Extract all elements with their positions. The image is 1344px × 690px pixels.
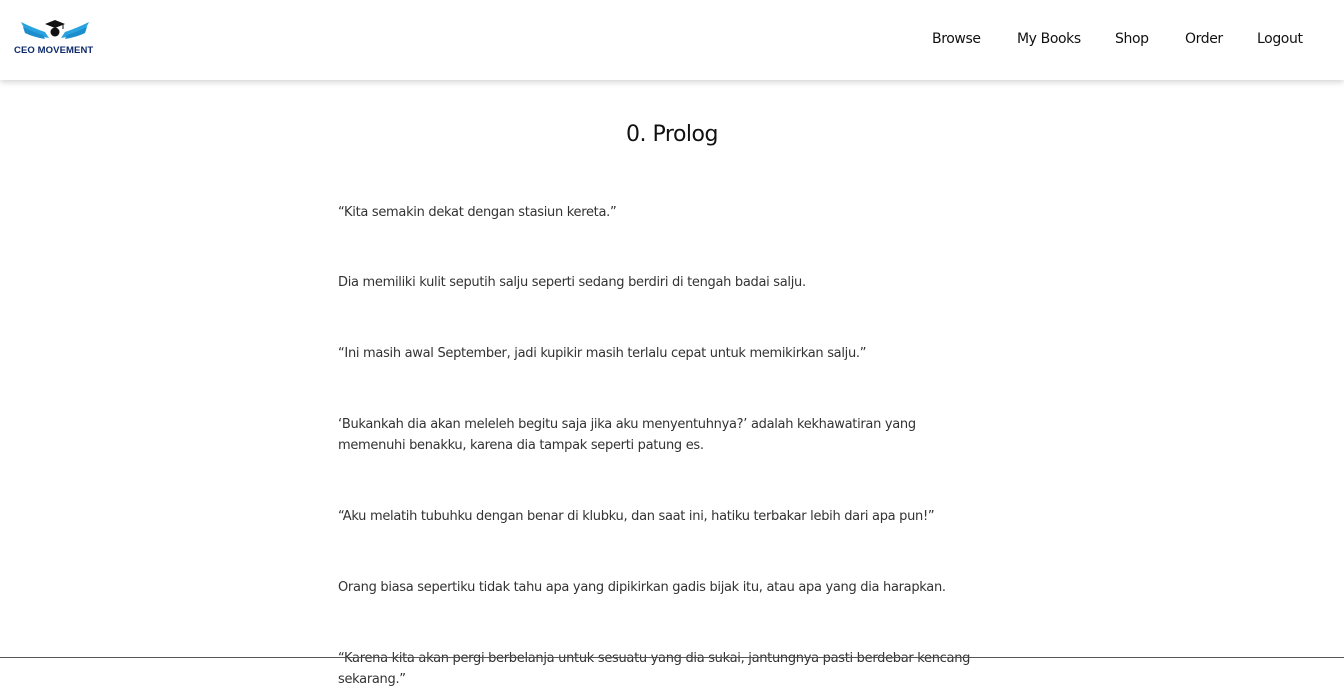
nav-shop[interactable]: Shop <box>1115 31 1149 47</box>
nav-browse[interactable]: Browse <box>932 31 981 47</box>
chapter-paragraph: “Kita semakin dekat dengan stasiun keret… <box>338 202 1018 223</box>
brand-logo[interactable]: CEO MOVEMENT <box>14 18 98 58</box>
graduation-cap-wings-icon <box>19 18 91 42</box>
nav-logout[interactable]: Logout <box>1257 31 1303 47</box>
top-navbar: CEO MOVEMENT Browse My Books Shop Order … <box>0 0 1344 80</box>
chapter-paragraph: Dia memiliki kulit seputih salju seperti… <box>338 272 1018 293</box>
reader-content: 0. Prolog “Kita semakin dekat dengan sta… <box>0 81 1344 658</box>
chapter-paragraph: “Karena kita akan pergi berbelanja untuk… <box>338 648 1018 690</box>
nav-order[interactable]: Order <box>1185 31 1223 47</box>
chapter-paragraph: “Ini masih awal September, jadi kupikir … <box>338 343 1018 364</box>
brand-name: CEO MOVEMENT <box>14 45 93 56</box>
nav-my-books[interactable]: My Books <box>1017 31 1081 47</box>
chapter-paragraph: Orang biasa sepertiku tidak tahu apa yan… <box>338 577 1018 598</box>
chapter-paragraph: “Aku melatih tubuhku dengan benar di klu… <box>338 506 1018 527</box>
chapter-title: 0. Prolog <box>0 122 1344 147</box>
chapter-paragraph: ‘Bukankah dia akan meleleh begitu saja j… <box>338 414 968 456</box>
